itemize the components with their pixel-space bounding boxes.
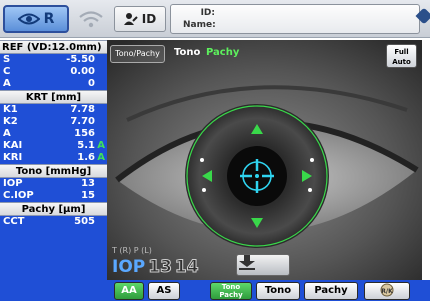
full-auto-line1: Full <box>394 48 409 56</box>
iop-readout: IOP 13 14 <box>112 257 199 278</box>
as-button[interactable]: AS <box>148 282 180 300</box>
iop-right-value: 13 <box>148 257 173 278</box>
patient-id-label: ID: <box>200 8 215 18</box>
rk-icon: R/K <box>380 283 394 297</box>
ref-key: S <box>3 54 11 65</box>
ref-value: 0 <box>88 78 95 89</box>
iop-eye-indicator: T (R) P (L) <box>112 246 152 255</box>
ref-key: C <box>3 66 11 77</box>
tono-pachy-button[interactable]: Tono Pachy <box>210 282 252 300</box>
top-toolbar: R ID ID: Name: <box>0 0 430 38</box>
krt-row-k1: K1 7.78 <box>0 104 107 116</box>
id-button-label: ID <box>141 12 157 26</box>
pachy-key: CCT <box>3 216 25 227</box>
krt-key: K1 <box>3 104 18 115</box>
aa-button[interactable]: AA <box>114 282 144 300</box>
tono-header: Tono [mmHg] <box>0 164 107 178</box>
ref-row-c: C 0.00 <box>0 66 107 78</box>
ref-value: 0.00 <box>70 66 95 77</box>
person-edit-icon <box>123 13 138 25</box>
krt-row-kai: KAI 5.1 A <box>0 140 107 152</box>
krt-key: KAI <box>3 140 23 151</box>
krt-key: A <box>3 128 11 139</box>
tono-value: 13 <box>81 178 95 189</box>
patient-info-field[interactable]: ID: Name: <box>170 4 420 34</box>
iop-label: IOP <box>112 257 146 277</box>
eye-image <box>107 40 422 280</box>
ref-row-a: A0 <box>0 78 107 90</box>
krt-header: KRT [mm] <box>0 90 107 104</box>
tono-pachy-mode-button[interactable]: Tono/Pachy <box>110 45 165 63</box>
krt-flag: A <box>97 152 105 163</box>
tono-pachy-line1: Tono <box>221 283 241 291</box>
krt-row-k2: K2 7.70 <box>0 116 107 128</box>
tono-button[interactable]: Tono <box>256 282 300 300</box>
tono-row-iop: IOP 13 <box>0 178 107 190</box>
ref-key: A <box>3 78 11 89</box>
tono-key: IOP <box>3 178 23 189</box>
arrow-down-bar-icon <box>239 255 255 270</box>
krt-key: KRI <box>3 152 23 163</box>
tono-pachy-line2: Pachy <box>219 291 243 299</box>
krt-row-kri: KRI 1.6 A <box>0 152 107 164</box>
tono-key: C.IOP <box>3 190 34 201</box>
eye-select-label: R <box>43 11 55 27</box>
krt-value: 1.6 <box>77 152 95 163</box>
tono-row-ciop: C.IOP 15 <box>0 190 107 202</box>
rk-label: R/K <box>381 288 393 295</box>
pachy-row-cct: CCT 505 <box>0 216 107 228</box>
eye-camera-view[interactable]: Tono/Pachy Tono Pachy Full Auto T (R) P … <box>107 40 422 280</box>
pachy-button[interactable]: Pachy <box>304 282 358 300</box>
ref-row-s: S -5.50 <box>0 54 107 66</box>
move-down-button[interactable] <box>236 254 290 276</box>
patient-id-button[interactable]: ID <box>114 6 166 32</box>
krt-row-a: A 156 <box>0 128 107 140</box>
eye-select-button[interactable]: R <box>3 5 69 33</box>
mode-tono-label: Tono <box>174 47 201 58</box>
krt-value: 156 <box>74 128 95 139</box>
patient-name-label: Name: <box>183 20 216 30</box>
bottom-toolbar: AA AS Tono Pachy Tono Pachy R/K <box>0 280 430 301</box>
mode-pachy-label: Pachy <box>206 47 240 58</box>
pachy-value: 505 <box>74 216 95 227</box>
iop-left-value: 14 <box>174 257 199 278</box>
wifi-icon <box>79 11 103 28</box>
krt-flag: A <box>97 140 105 151</box>
krt-value: 7.78 <box>70 104 95 115</box>
rk-button[interactable]: R/K <box>364 282 410 300</box>
pachy-header: Pachy [µm] <box>0 202 107 216</box>
tono-value: 15 <box>81 190 95 201</box>
eye-icon <box>17 13 40 25</box>
full-auto-line2: Auto <box>392 58 411 66</box>
krt-value: 7.70 <box>70 116 95 127</box>
full-auto-button[interactable]: Full Auto <box>386 44 417 68</box>
krt-key: K2 <box>3 116 18 127</box>
krt-value: 5.1 <box>77 140 95 151</box>
ref-header: REF (VD:12.0mm) <box>0 40 107 54</box>
results-panel: REF (VD:12.0mm) S -5.50 C 0.00 A0 KRT [mm]… <box>0 40 107 280</box>
ref-value: -5.50 <box>66 54 95 65</box>
